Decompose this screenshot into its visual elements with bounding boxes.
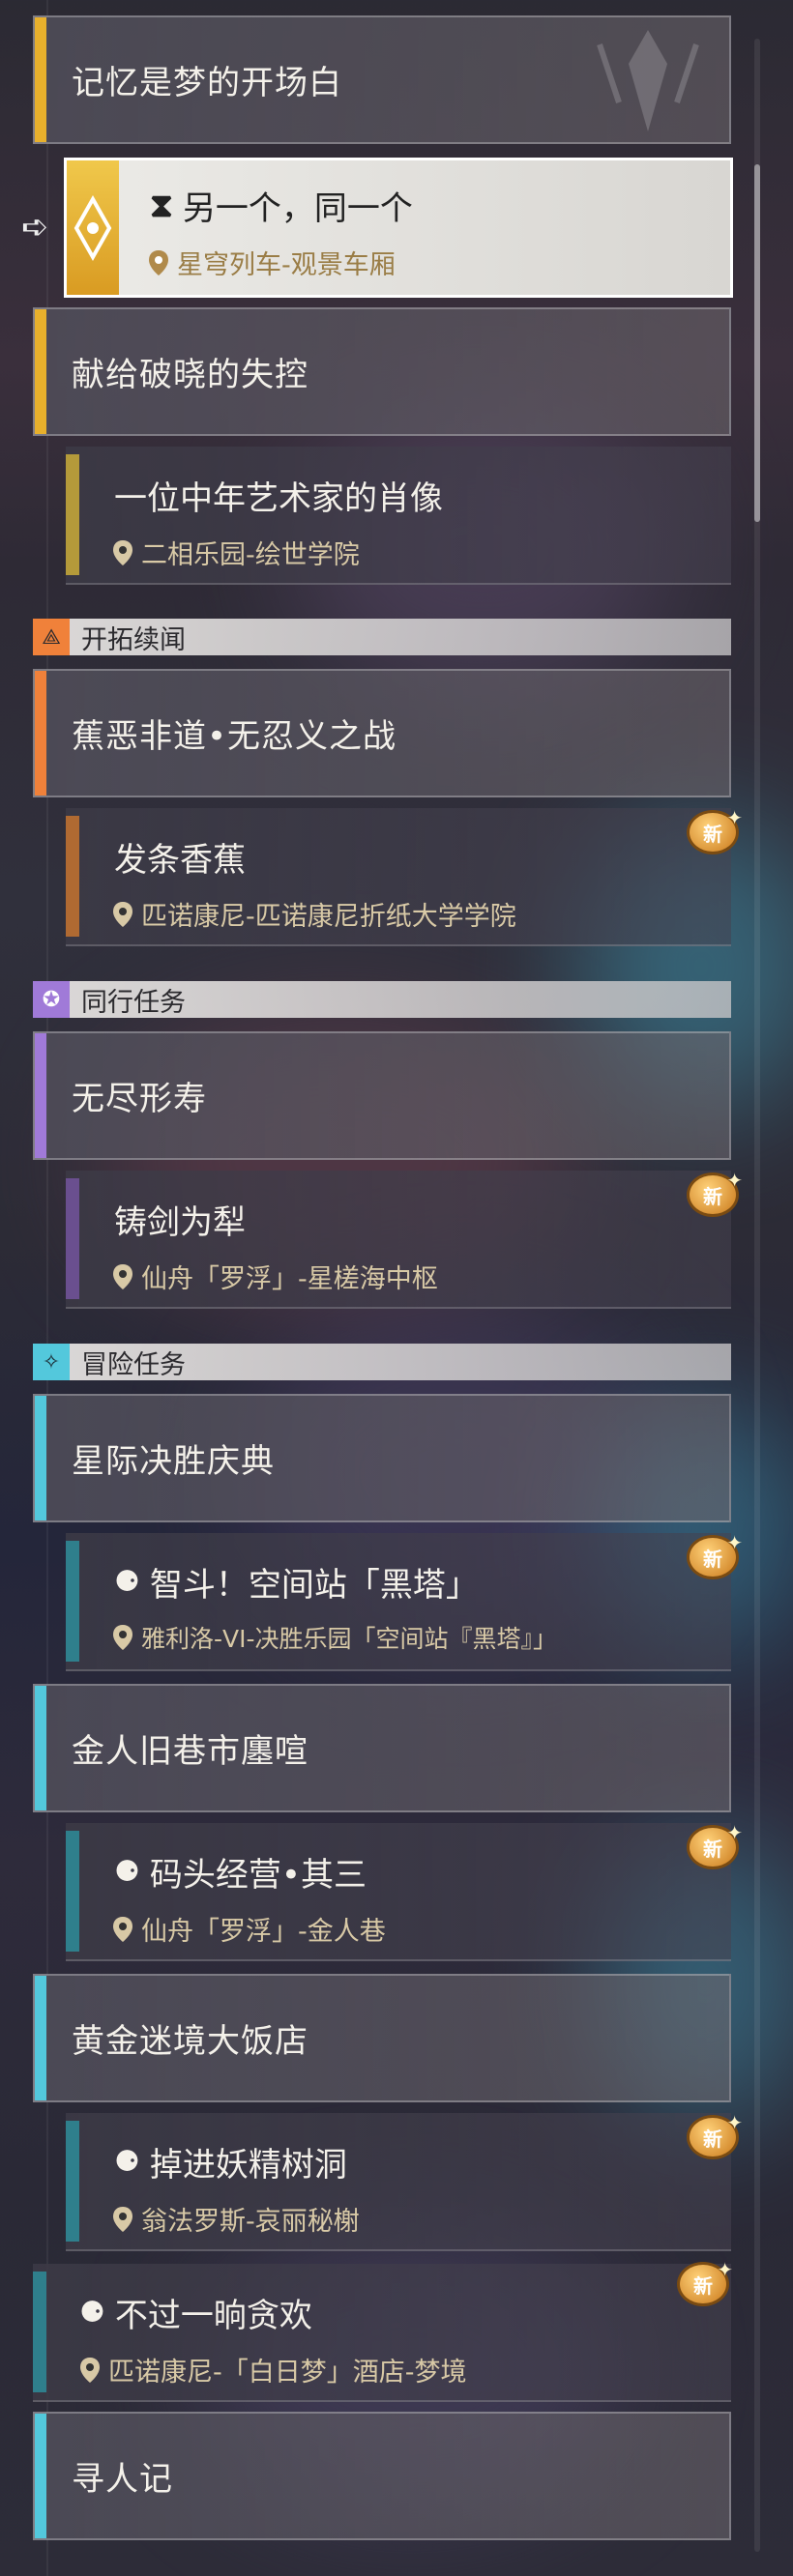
header-accent xyxy=(35,1686,46,1810)
quest-item[interactable]: 一位中年艺术家的肖像 二相乐园-绘世学院 xyxy=(66,447,731,585)
quest-location: 翁法罗斯-哀丽秘榭 xyxy=(112,2200,360,2238)
sparkle-icon: ✦ xyxy=(726,1169,743,1192)
adventure-icon: ⚈ xyxy=(79,2296,105,2330)
quest-title: ⚈ 不过一晌贪欢 xyxy=(79,2296,312,2335)
quest-bar xyxy=(66,1541,79,1662)
location-pin-icon xyxy=(113,1263,132,1289)
quest-title: 铸剑为犁 xyxy=(114,1203,246,1242)
quest-item-selected[interactable]: ⧗ 另一个，同一个 星穹列车-观景车厢 xyxy=(64,158,733,298)
emblem-icon xyxy=(597,30,699,131)
adventure-icon: ⚈ xyxy=(114,1565,140,1599)
sparkle-icon: ✦ xyxy=(726,806,743,829)
section-label: 开拓续闻 xyxy=(81,624,186,655)
quest-location: 仙舟「罗浮」-金人巷 xyxy=(112,1910,386,1948)
pathfinder-icon: ⟁ xyxy=(33,619,70,655)
header-title: 寻人记 xyxy=(72,2460,173,2499)
header-title: 记忆是梦的开场白 xyxy=(72,64,342,102)
quest-bar xyxy=(66,2121,79,2242)
section-header: ✧ 冒险任务 xyxy=(33,1344,731,1380)
quest-item[interactable]: ⚈ 不过一晌贪欢 匹诺康尼-「白日梦」酒店-梦境 xyxy=(33,2264,731,2402)
diamond-icon xyxy=(73,194,112,262)
selected-marker xyxy=(67,160,119,295)
quest-location: 二相乐园-绘世学院 xyxy=(112,534,360,571)
header-title: 献给破晓的失控 xyxy=(72,356,308,394)
location-pin-icon xyxy=(113,539,132,565)
hourglass-icon: ⧗ xyxy=(150,186,173,225)
quest-title: 一位中年艺术家的肖像 xyxy=(114,479,443,518)
header-accent xyxy=(35,1976,46,2100)
sparkle-icon: ✦ xyxy=(726,1531,743,1554)
mission-header[interactable]: 蕉恶非道•无忍义之战 xyxy=(33,669,731,797)
location-pin-icon xyxy=(113,2206,132,2232)
location-pin-icon xyxy=(113,1916,132,1942)
quest-item[interactable]: 发条香蕉 匹诺康尼-匹诺康尼折纸大学学院 xyxy=(66,808,731,946)
mission-header[interactable]: 黄金迷境大饭店 xyxy=(33,1974,731,2102)
quest-title: ⚈ 码头经营•其三 xyxy=(114,1855,367,1895)
mission-header[interactable]: 星际决胜庆典 xyxy=(33,1394,731,1522)
quest-item[interactable]: ⚈ 智斗！空间站「黑塔」 雅利洛-VI-决胜乐园「空间站『黑塔』」 xyxy=(66,1533,731,1671)
location-pin-icon xyxy=(149,249,168,275)
mission-header[interactable]: 无尽形寿 xyxy=(33,1031,731,1160)
header-title: 星际决胜庆典 xyxy=(72,1442,275,1481)
new-badge: 新 ✦ xyxy=(677,2258,733,2312)
sparkle-icon: ✦ xyxy=(717,2258,733,2281)
star-icon: ✪ xyxy=(33,981,70,1018)
adventure-icon: ⚈ xyxy=(114,1855,140,1889)
header-title: 蕉恶非道•无忍义之战 xyxy=(72,717,397,756)
quest-location: 匹诺康尼-匹诺康尼折纸大学学院 xyxy=(112,895,516,933)
location-pin-icon xyxy=(80,2357,100,2383)
new-badge: 新 ✦ xyxy=(687,1821,743,1875)
quest-location: 星穹列车-观景车厢 xyxy=(148,244,396,281)
mission-header[interactable]: 献给破晓的失控 xyxy=(33,307,731,436)
header-accent xyxy=(35,1396,46,1520)
selection-pointer-icon: ➪ xyxy=(21,208,49,246)
diamond-sparkle-icon: ✧ xyxy=(33,1344,70,1380)
header-accent xyxy=(35,1033,46,1158)
section-header: ✪ 同行任务 xyxy=(33,981,731,1018)
quest-bar xyxy=(66,1178,79,1299)
location-pin-icon xyxy=(113,1625,132,1650)
quest-bar xyxy=(66,454,79,575)
quest-title: ⚈ 智斗！空间站「黑塔」 xyxy=(114,1565,479,1605)
quest-location: 仙舟「罗浮」-星槎海中枢 xyxy=(112,1258,438,1295)
sparkle-icon: ✦ xyxy=(726,2111,743,2134)
location-pin-icon xyxy=(113,901,132,927)
quest-location: 匹诺康尼-「白日梦」酒店-梦境 xyxy=(79,2351,467,2388)
mission-header[interactable]: 记忆是梦的开场白 xyxy=(33,15,731,144)
sparkle-icon: ✦ xyxy=(726,1821,743,1844)
new-badge: 新 ✦ xyxy=(687,806,743,860)
quest-bar xyxy=(66,1831,79,1952)
quest-title: 发条香蕉 xyxy=(114,841,246,880)
header-title: 无尽形寿 xyxy=(72,1080,207,1118)
new-badge: 新 ✦ xyxy=(687,1169,743,1223)
adventure-icon: ⚈ xyxy=(114,2145,140,2179)
section-label: 同行任务 xyxy=(81,987,186,1018)
scrollbar-thumb[interactable] xyxy=(754,164,760,522)
section-label: 冒险任务 xyxy=(81,1349,186,1380)
new-badge: 新 ✦ xyxy=(687,2111,743,2165)
header-accent xyxy=(35,2414,46,2538)
new-badge: 新 ✦ xyxy=(687,1531,743,1585)
header-title: 黄金迷境大饭店 xyxy=(72,2022,308,2061)
header-title: 金人旧巷市廛喧 xyxy=(72,1732,308,1771)
section-header: ⟁ 开拓续闻 xyxy=(33,619,731,655)
quest-title: ⧗ 另一个，同一个 xyxy=(150,186,413,229)
header-accent xyxy=(35,309,46,434)
quest-item[interactable]: 铸剑为犁 仙舟「罗浮」-星槎海中枢 xyxy=(66,1171,731,1309)
quest-item[interactable]: ⚈ 码头经营•其三 仙舟「罗浮」-金人巷 xyxy=(66,1823,731,1961)
quest-bar xyxy=(66,816,79,937)
header-accent xyxy=(35,671,46,796)
quest-item[interactable]: ⚈ 掉进妖精树洞 翁法罗斯-哀丽秘榭 xyxy=(66,2113,731,2251)
mission-header[interactable]: 寻人记 xyxy=(33,2412,731,2540)
quest-location: 雅利洛-VI-决胜乐园「空间站『黑塔』」 xyxy=(112,1620,557,1655)
mission-header[interactable]: 金人旧巷市廛喧 xyxy=(33,1684,731,1812)
quest-bar xyxy=(33,2272,46,2392)
quest-title: ⚈ 掉进妖精树洞 xyxy=(114,2145,347,2185)
header-accent xyxy=(35,17,46,142)
